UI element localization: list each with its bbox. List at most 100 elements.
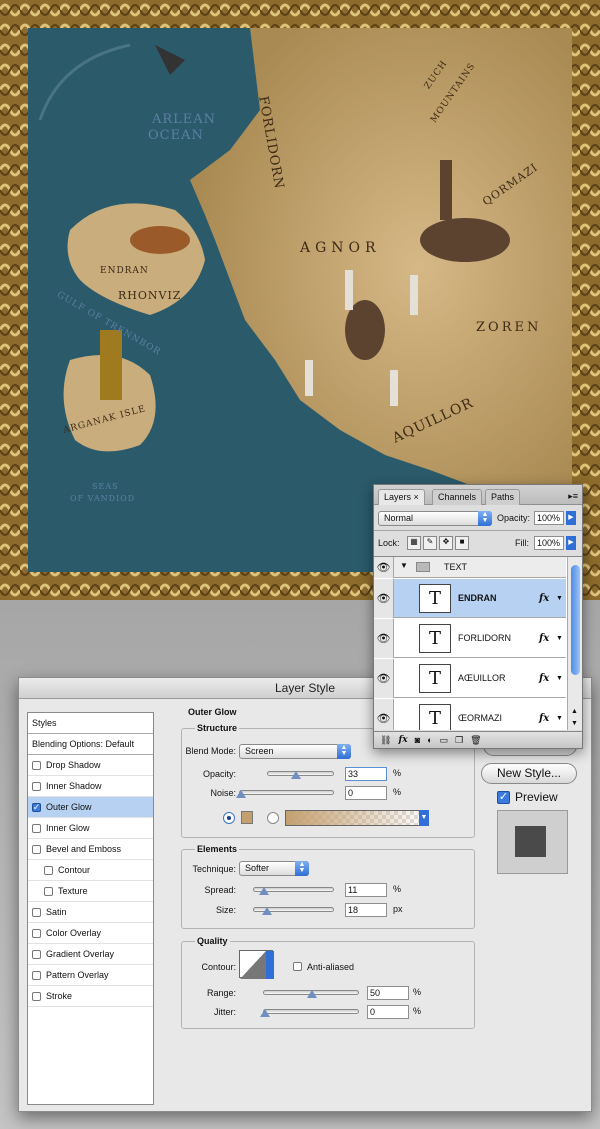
preview-checkbox[interactable]: ✓	[497, 790, 510, 804]
trash-icon[interactable]: 🗑	[470, 735, 481, 746]
layer-row[interactable]: 👁 T ENDRAN fx ▼	[374, 579, 566, 618]
expand-arrow-icon[interactable]: ▼	[556, 699, 563, 730]
blending-options-item[interactable]: Blending Options: Default	[28, 734, 153, 755]
checkbox[interactable]	[32, 844, 41, 854]
style-item-drop-shadow[interactable]: Drop Shadow	[28, 755, 153, 776]
noise-input[interactable]: 0	[345, 786, 387, 800]
fill-arrow-icon[interactable]: ▶	[566, 536, 576, 550]
checkbox-checked[interactable]: ✓	[32, 802, 41, 812]
style-item-color-overlay[interactable]: Color Overlay	[28, 923, 153, 944]
checkbox[interactable]	[44, 886, 53, 896]
layer-opacity-input[interactable]: 100%	[534, 511, 564, 525]
fx-icon[interactable]: fx	[539, 659, 549, 698]
slider-thumb[interactable]	[236, 790, 246, 798]
style-item-contour[interactable]: Contour	[28, 860, 153, 881]
add-style-fx-icon[interactable]: fx	[398, 735, 407, 745]
opacity-slider[interactable]	[267, 771, 334, 779]
lock-all-icon[interactable]: ■	[455, 536, 469, 550]
technique-value: Softer	[245, 863, 270, 873]
checkbox[interactable]	[32, 823, 41, 833]
spread-slider[interactable]	[253, 887, 334, 895]
checkbox[interactable]	[32, 781, 41, 791]
layer-group-row[interactable]: 👁 ▼ TEXT	[374, 557, 566, 578]
eye-icon[interactable]: 👁	[374, 619, 394, 658]
layer-row[interactable]: 👁 T FORLIDORN fx ▼	[374, 619, 566, 658]
scrollbar-thumb[interactable]	[571, 565, 580, 675]
close-icon[interactable]: ×	[414, 492, 419, 502]
new-layer-icon[interactable]: ❐	[455, 735, 463, 746]
expand-arrow-icon[interactable]: ▼	[556, 619, 563, 658]
lock-move-icon[interactable]: ✥	[439, 536, 453, 550]
fx-icon[interactable]: fx	[539, 579, 549, 618]
noise-slider[interactable]	[236, 790, 334, 798]
style-item-gradient-overlay[interactable]: Gradient Overlay	[28, 944, 153, 965]
style-item-pattern-overlay[interactable]: Pattern Overlay	[28, 965, 153, 986]
slider-thumb[interactable]	[307, 990, 317, 998]
fill-input[interactable]: 100%	[534, 536, 564, 550]
expand-arrow-icon[interactable]: ▼	[556, 659, 563, 698]
technique-select[interactable]: Softer ▲ ▼	[239, 861, 309, 876]
jitter-slider[interactable]	[260, 1009, 359, 1017]
opacity-arrow-icon[interactable]: ▶	[566, 511, 576, 525]
layers-scrollbar[interactable]: ▲ ▼	[567, 557, 582, 730]
mask-icon[interactable]: ◙	[415, 735, 420, 745]
checkbox[interactable]	[32, 907, 41, 917]
eye-icon[interactable]: 👁	[374, 557, 394, 578]
layer-row[interactable]: 👁 T ŒORMAZI fx ▼	[374, 699, 566, 730]
slider-thumb[interactable]	[291, 771, 301, 779]
expand-arrow-icon[interactable]: ▼	[556, 579, 563, 618]
layer-blend-select[interactable]: Normal ▲ ▼	[378, 511, 492, 526]
adjustment-icon[interactable]: ◐	[427, 735, 432, 745]
tab-channels[interactable]: Channels	[432, 489, 483, 505]
disclosure-triangle-icon[interactable]: ▼	[400, 561, 408, 570]
checkbox[interactable]	[32, 928, 41, 938]
eye-icon[interactable]: 👁	[374, 659, 394, 698]
fx-icon[interactable]: fx	[539, 699, 549, 730]
checkbox[interactable]	[32, 760, 41, 770]
new-group-icon[interactable]: ▭	[440, 735, 449, 746]
fx-icon[interactable]: fx	[539, 619, 549, 658]
checkbox[interactable]	[32, 991, 41, 1001]
styles-header[interactable]: Styles	[28, 713, 153, 734]
link-icon[interactable]: ⛓	[380, 735, 391, 746]
size-input[interactable]: 18	[345, 903, 387, 917]
anti-aliased-checkbox[interactable]	[293, 962, 302, 971]
contour-picker[interactable]	[239, 950, 274, 979]
gradient-picker[interactable]: ▼	[285, 810, 429, 826]
checkbox[interactable]	[32, 970, 41, 980]
range-slider[interactable]	[263, 990, 359, 998]
layer-row[interactable]: 👁 T AŒUILLOR fx ▼	[374, 659, 566, 698]
style-item-inner-shadow[interactable]: Inner Shadow	[28, 776, 153, 797]
spread-input[interactable]: 11	[345, 883, 387, 897]
style-item-texture[interactable]: Texture	[28, 881, 153, 902]
jitter-input[interactable]: 0	[367, 1005, 409, 1019]
glow-color-swatch[interactable]	[241, 811, 253, 824]
panel-menu-icon[interactable]: ▸≡	[568, 491, 578, 502]
preview-control[interactable]: ✓ Preview	[497, 790, 558, 804]
slider-thumb[interactable]	[260, 1009, 270, 1017]
eye-icon[interactable]: 👁	[374, 579, 394, 618]
style-item-inner-glow[interactable]: Inner Glow	[28, 818, 153, 839]
style-item-stroke[interactable]: Stroke	[28, 986, 153, 1007]
style-item-bevel-emboss[interactable]: Bevel and Emboss	[28, 839, 153, 860]
eye-icon[interactable]: 👁	[374, 699, 394, 730]
slider-thumb[interactable]	[259, 887, 269, 895]
size-slider[interactable]	[253, 907, 334, 915]
style-item-satin[interactable]: Satin	[28, 902, 153, 923]
range-input[interactable]: 50	[367, 986, 409, 1000]
scroll-up-icon[interactable]: ▲	[571, 708, 578, 715]
blend-mode-select[interactable]: Screen ▲ ▼	[239, 744, 351, 759]
color-radio[interactable]	[223, 812, 235, 824]
opacity-input[interactable]: 33	[345, 767, 387, 781]
new-style-button[interactable]: New Style...	[481, 763, 577, 784]
tab-layers[interactable]: Layers ×	[378, 489, 425, 505]
lock-transparent-icon[interactable]: ▦	[407, 536, 421, 550]
slider-thumb[interactable]	[262, 907, 272, 915]
style-item-outer-glow[interactable]: ✓ Outer Glow	[28, 797, 153, 818]
checkbox[interactable]	[44, 865, 53, 875]
scroll-down-icon[interactable]: ▼	[571, 720, 578, 727]
checkbox[interactable]	[32, 949, 41, 959]
gradient-radio[interactable]	[267, 812, 279, 824]
tab-paths[interactable]: Paths	[485, 489, 521, 505]
lock-brush-icon[interactable]: ✎	[423, 536, 437, 550]
